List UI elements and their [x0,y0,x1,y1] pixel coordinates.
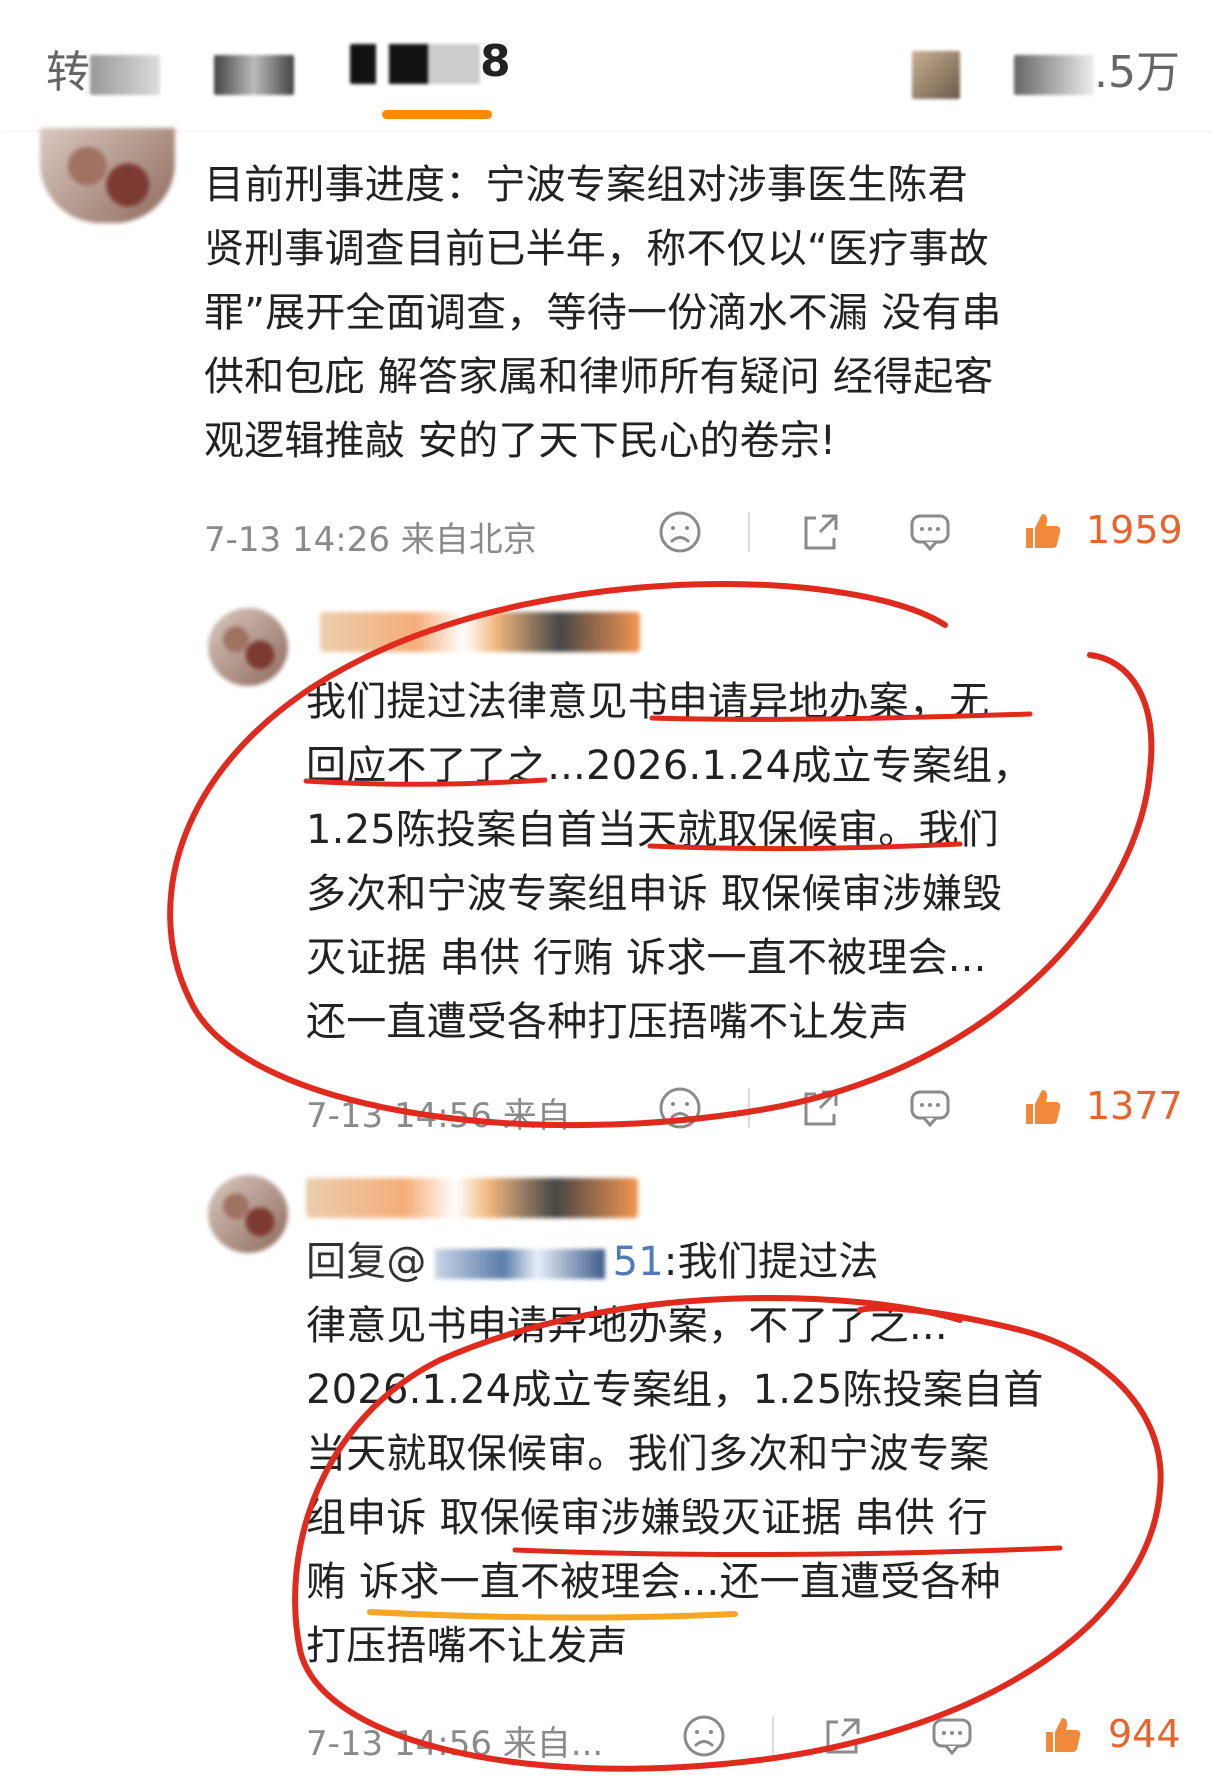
comment-text-line: 组申诉 取保候审涉嫌毁灭证据 串供 行 [306,1495,988,1541]
avatar[interactable] [208,1175,288,1253]
avatar[interactable] [40,128,175,223]
tab-repost-label: 转 [46,47,90,98]
comment-icon[interactable] [908,510,952,554]
like-count: 1959 [1086,508,1183,552]
comment-text-line: 2026.1.24成立专案组，1.25陈投案自首 [306,1367,1044,1413]
dislike-face-icon[interactable] [658,1086,702,1130]
tab-repost[interactable]: 转 [46,36,294,100]
dislike-face-icon[interactable] [658,510,702,554]
username-blurred[interactable] [306,1178,638,1218]
tab-likes-count: .5万 [1094,47,1180,98]
comment-timestamp: 7-13 14:26 来自北京 [204,520,537,560]
comment-icon[interactable] [908,1086,952,1130]
share-icon[interactable] [820,1714,864,1758]
reply-first-line: 回复@ 51:我们提过法 [306,1230,879,1294]
dislike-face-icon[interactable] [682,1714,726,1758]
comment-text-line: 1.25陈投案自首当天就取保候审。我们 [306,807,999,853]
mention-suffix[interactable]: 51 [613,1239,664,1285]
active-tab-indicator [382,110,492,119]
divider [772,1716,774,1756]
comment-text-line: 贿 诉求一直不被理会...还一直遭受各种 [306,1559,1001,1605]
comment-text-line: 律意见书申请异地办案，不了了之... [306,1303,948,1349]
comment-timestamp: 7-13 14:56 来自... [306,1724,604,1764]
reply-text: :我们提过法 [663,1239,879,1285]
comment-text-line: 贤刑事调查目前已半年，称不仅以“医疗事故 [204,226,989,272]
share-icon[interactable] [798,1086,842,1130]
like-count: 1377 [1086,1084,1183,1128]
comment-text-line: 目前刑事进度：宁波专案组对涉事医生陈君 [204,162,968,208]
tab-bar: 转 8 .5万 [0,0,1214,130]
comment-text-line: 多次和宁波专案组申诉 取保候审涉嫌毁 [306,871,1003,917]
comment-text-line: 当天就取保候审。我们多次和宁波专案 [306,1431,990,1477]
divider [748,1088,750,1128]
comment-timestamp: 7-13 14:56 来自... [306,1096,604,1136]
comment-text-line: 回应不了了之...2026.1.24成立专案组， [306,743,1033,789]
mention-blurred[interactable] [434,1249,605,1279]
comment-text-line: 灭证据 串供 行贿 诉求一直不被理会... [306,935,987,981]
reply-prefix: 回复@ [306,1239,427,1285]
username-blurred[interactable] [320,612,640,652]
tab-comments[interactable]: 8 [350,36,511,87]
like-count: 944 [1108,1712,1181,1756]
tab-comments-count: 8 [480,36,511,87]
share-icon[interactable] [798,510,842,554]
like-tab-icon [912,51,960,99]
comment-text-line: 观逻辑推敲 安的了天下民心的卷宗! [204,418,837,464]
comment-text-line: 我们提过法律意见书申请异地办案，无 [306,679,990,725]
like-icon[interactable] [1020,1084,1064,1128]
like-icon[interactable] [1040,1712,1084,1756]
like-icon[interactable] [1020,508,1064,552]
comment-text-line: 打压捂嘴不让发声 [306,1623,628,1669]
avatar[interactable] [208,608,288,686]
comment-text-line: 罪”展开全面调查，等待一份滴水不漏 没有串 [204,290,1002,336]
comment-text-line: 供和包庇 解答家属和律师所有疑问 经得起客 [204,354,994,400]
divider [748,512,750,552]
comment-icon[interactable] [930,1714,974,1758]
comment-text-line: 还一直遭受各种打压捂嘴不让发声 [306,999,909,1045]
tab-likes[interactable]: .5万 [912,36,1180,100]
